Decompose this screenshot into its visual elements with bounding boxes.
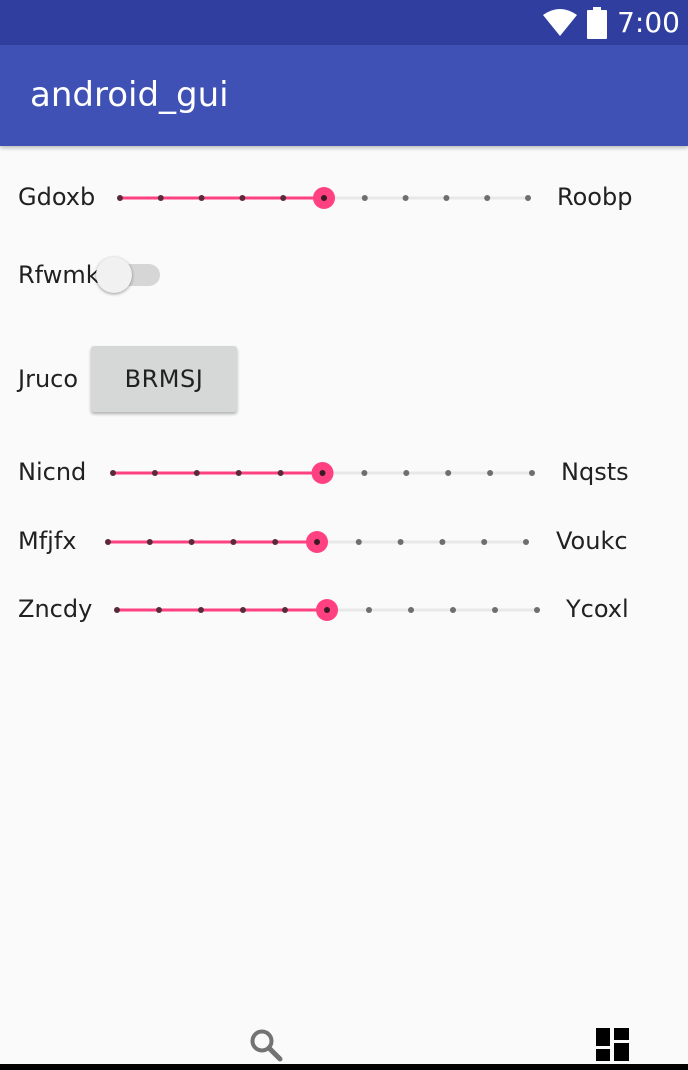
slider-tick bbox=[361, 195, 368, 201]
slider-thumb-tick bbox=[314, 539, 320, 545]
dashboard-icon[interactable] bbox=[596, 1028, 629, 1061]
switch-rfwmk-label: Rfwmk bbox=[18, 261, 100, 289]
slider-tick bbox=[439, 539, 446, 545]
slider-tick bbox=[105, 539, 111, 545]
slider-zncdy[interactable] bbox=[110, 596, 546, 624]
battery-icon bbox=[587, 6, 608, 39]
slider-nicnd-end-label: Nqsts bbox=[561, 458, 629, 486]
slider-tick bbox=[443, 195, 450, 201]
slider-gdoxb[interactable] bbox=[112, 184, 536, 212]
slider-tick bbox=[193, 470, 200, 476]
slider-tick bbox=[492, 607, 498, 613]
slider-mfjfx-end-label: Voukc bbox=[556, 527, 628, 555]
slider-tick bbox=[146, 539, 153, 545]
slider-tick bbox=[230, 539, 237, 545]
status-time: 7:00 bbox=[617, 6, 680, 39]
slider-tick bbox=[156, 607, 162, 613]
slider-tick bbox=[481, 539, 488, 545]
slider-gdoxb-label: Gdoxb bbox=[18, 183, 96, 211]
status-bar: 7:00 bbox=[0, 0, 688, 45]
slider-tick bbox=[403, 470, 410, 476]
slider-tick bbox=[114, 607, 120, 613]
brmsj-button[interactable]: BRMSJ bbox=[91, 346, 237, 412]
slider-tick bbox=[408, 607, 414, 613]
slider-tick bbox=[117, 195, 123, 201]
slider-tick bbox=[272, 539, 279, 545]
slider-tick bbox=[157, 195, 164, 201]
slider-mfjfx[interactable] bbox=[100, 528, 536, 556]
slider-tick bbox=[529, 470, 535, 476]
slider-tick bbox=[188, 539, 195, 545]
slider-tick bbox=[240, 607, 246, 613]
slider-mfjfx-label: Mfjfx bbox=[18, 527, 77, 555]
bottom-bar bbox=[0, 1010, 688, 1070]
slider-tick bbox=[151, 470, 158, 476]
slider-tick bbox=[235, 470, 242, 476]
slider-zncdy-label: Zncdy bbox=[18, 595, 93, 623]
slider-tick bbox=[534, 607, 540, 613]
switch-thumb bbox=[96, 257, 132, 293]
slider-tick bbox=[484, 195, 491, 201]
slider-tick bbox=[198, 195, 205, 201]
slider-tick bbox=[277, 470, 284, 476]
slider-tick bbox=[397, 539, 404, 545]
slider-tick bbox=[282, 607, 288, 613]
slider-thumb-tick bbox=[321, 195, 327, 201]
slider-tick bbox=[525, 195, 531, 201]
slider-gdoxb-end-label: Roobp bbox=[557, 183, 633, 211]
slider-thumb-tick bbox=[319, 470, 326, 476]
app-title: android_gui bbox=[30, 75, 229, 115]
slider-tick bbox=[110, 470, 116, 476]
slider-tick bbox=[366, 607, 372, 613]
wifi-icon bbox=[543, 8, 578, 36]
navigation-bar-edge bbox=[0, 1064, 688, 1070]
app-bar: android_gui bbox=[0, 45, 688, 146]
slider-tick bbox=[402, 195, 409, 201]
slider-tick bbox=[361, 470, 368, 476]
slider-nicnd-label: Nicnd bbox=[18, 458, 87, 486]
slider-tick bbox=[239, 195, 246, 201]
slider-tick bbox=[450, 607, 456, 613]
slider-tick bbox=[523, 539, 529, 545]
slider-thumb-tick bbox=[324, 607, 330, 613]
slider-zncdy-end-label: Ycoxl bbox=[566, 595, 629, 623]
button-jruco-label: Jruco bbox=[18, 365, 79, 393]
switch-rfwmk[interactable] bbox=[96, 256, 162, 294]
slider-tick bbox=[355, 539, 362, 545]
search-icon[interactable] bbox=[249, 1028, 283, 1062]
slider-nicnd[interactable] bbox=[106, 459, 540, 487]
slider-tick bbox=[445, 470, 452, 476]
slider-tick bbox=[487, 470, 494, 476]
slider-tick bbox=[198, 607, 204, 613]
slider-tick bbox=[280, 195, 287, 201]
